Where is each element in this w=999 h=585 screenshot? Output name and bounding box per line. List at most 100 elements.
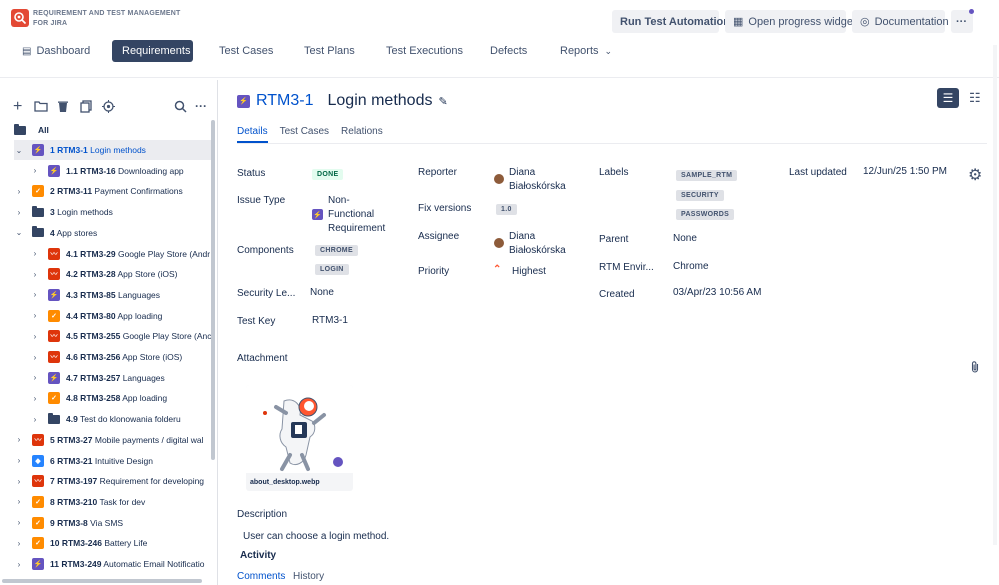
add-icon[interactable]: +: [13, 98, 22, 116]
tree-root-all[interactable]: All: [14, 120, 217, 140]
status-badge[interactable]: DONE: [312, 169, 344, 180]
tree-row[interactable]: › ✓ 4.4 RTM3-80 App loading: [30, 306, 212, 326]
component-badge-login[interactable]: LOGIN: [315, 264, 349, 275]
tab-dashboard[interactable]: ▤ Dashboard: [12, 40, 100, 62]
tree-row[interactable]: › 〰 4.6 RTM3-256 App Store (iOS): [30, 347, 212, 367]
chevron-right-icon[interactable]: ›: [14, 560, 24, 569]
chevron-right-icon[interactable]: ›: [14, 477, 24, 486]
tab-details[interactable]: Details: [237, 126, 268, 143]
tab-test-executions[interactable]: Test Executions: [376, 40, 473, 62]
target-icon[interactable]: [102, 100, 115, 116]
chevron-right-icon[interactable]: ›: [14, 518, 24, 527]
tab-defects[interactable]: Defects: [480, 40, 537, 62]
attachment-card[interactable]: about_desktop.webp: [246, 385, 353, 491]
chevron-right-icon[interactable]: ›: [14, 435, 24, 444]
tab-requirements[interactable]: Requirements: [112, 40, 193, 62]
fix-version-badge[interactable]: 1.0: [496, 204, 517, 215]
tree-row[interactable]: › 4.9 Test do klonowania folderu: [30, 409, 212, 429]
tree-row[interactable]: › ◆ 6 RTM3-21 Intuitive Design: [14, 451, 212, 471]
chevron-down-icon[interactable]: ⌄: [14, 146, 24, 155]
tree-row-title: Intuitive Design: [92, 455, 153, 466]
search-icon[interactable]: [174, 100, 187, 116]
tab-history[interactable]: History: [293, 571, 324, 582]
page-scrollbar[interactable]: [993, 45, 997, 545]
tree-row[interactable]: › ✓ 8 RTM3-210 Task for dev: [14, 492, 212, 512]
requirements-tree-panel: + ··· All ⌄ ⚡ 1 RTM3-1 Login methods › ⚡ 1.1 …: [0, 80, 218, 585]
tree-row-title: Downloading app: [115, 165, 184, 176]
open-progress-widget-button[interactable]: ▦ Open progress widget: [725, 10, 856, 33]
description-text[interactable]: User can choose a login method.: [243, 531, 389, 542]
chevron-right-icon[interactable]: ›: [14, 497, 24, 506]
reporter-name-line1[interactable]: Diana: [509, 166, 535, 180]
tree-horizontal-scrollbar[interactable]: [2, 579, 202, 583]
tree-row[interactable]: › ⚡ 4.3 RTM3-85 Languages: [30, 285, 212, 305]
chevron-right-icon[interactable]: ›: [30, 394, 40, 403]
description-label: Description: [237, 509, 288, 520]
tree-row[interactable]: › ⚡ 11 RTM3-249 Automatic Email Notificati…: [14, 554, 212, 574]
folder-icon: [48, 412, 60, 424]
tree-row[interactable]: › 〰 5 RTM3-27 Mobile payments / digital wa…: [14, 430, 212, 450]
label-badge-passwords[interactable]: PASSWORDS: [676, 209, 735, 220]
requirement-icon: 〰: [32, 433, 44, 446]
run-test-automation-button[interactable]: Run Test Automation: [612, 10, 730, 33]
issue-key[interactable]: RTM3-1: [256, 92, 314, 110]
copy-icon[interactable]: [80, 100, 92, 116]
tree-row-label: 4.8 RTM3-258 App loading: [66, 393, 167, 403]
tree-row-label: 3 Login methods: [50, 207, 113, 217]
chevron-right-icon[interactable]: ›: [30, 290, 40, 299]
chevron-right-icon[interactable]: ›: [30, 166, 40, 175]
more-options-icon[interactable]: ···: [195, 99, 207, 113]
tree-scrollbar[interactable]: [211, 120, 215, 460]
documentation-button[interactable]: ◎ Documentation: [852, 10, 949, 33]
gear-icon[interactable]: ⚙: [968, 165, 982, 185]
assignee-name-line1[interactable]: Diana: [509, 230, 535, 244]
tab-relations[interactable]: Relations: [341, 126, 383, 143]
tree-row[interactable]: › 〰 7 RTM3-197 Requirement for developing: [14, 471, 212, 491]
delete-icon[interactable]: [57, 100, 69, 116]
tree-row[interactable]: ⌄ ⚡ 1 RTM3-1 Login methods: [14, 140, 212, 160]
chevron-right-icon[interactable]: ›: [30, 311, 40, 320]
chevron-right-icon[interactable]: ›: [30, 373, 40, 382]
chevron-right-icon[interactable]: ›: [14, 187, 24, 196]
label-badge-security[interactable]: SECURITY: [676, 190, 724, 201]
tree-view-button[interactable]: ☷: [969, 90, 981, 106]
tree-row[interactable]: › ✓ 4.8 RTM3-258 App loading: [30, 388, 212, 408]
chevron-right-icon[interactable]: ›: [14, 539, 24, 548]
tab-test-cases[interactable]: Test Cases: [209, 40, 283, 62]
reporter-label: Reporter: [418, 167, 457, 178]
chevron-right-icon[interactable]: ›: [30, 415, 40, 424]
tree-row[interactable]: › ✓ 2 RTM3-11 Payment Confirmations: [14, 181, 212, 201]
tree-row[interactable]: › ⚡ 4.7 RTM3-257 Languages: [30, 368, 212, 388]
tree-row[interactable]: › 〰 4.5 RTM3-255 Google Play Store (Anc: [30, 326, 212, 346]
chevron-right-icon[interactable]: ›: [14, 456, 24, 465]
tab-test-plans[interactable]: Test Plans: [294, 40, 365, 62]
assignee-label: Assignee: [418, 231, 460, 242]
tab-comments[interactable]: Comments: [237, 571, 285, 582]
reporter-name-line2[interactable]: Białoskórska: [509, 180, 566, 194]
tree-row[interactable]: › ✓ 9 RTM3-8 Via SMS: [14, 513, 212, 533]
tree-row[interactable]: ⌄ 4 App stores: [14, 223, 212, 243]
tree-row[interactable]: › ⚡ 1.1 RTM3-16 Downloading app: [30, 161, 212, 181]
assignee-name-line2[interactable]: Białoskórska: [509, 244, 566, 258]
tree-row[interactable]: › 〰 4.1 RTM3-29 Google Play Store (Andr: [30, 244, 212, 264]
tab-reports[interactable]: Reports ⌄: [550, 40, 622, 62]
chevron-down-icon[interactable]: ⌄: [14, 228, 24, 237]
new-folder-icon[interactable]: [34, 100, 48, 115]
chevron-right-icon[interactable]: ›: [30, 353, 40, 362]
tree-row[interactable]: › 3 Login methods: [14, 202, 212, 222]
app-logo[interactable]: [11, 9, 29, 27]
chevron-right-icon[interactable]: ›: [30, 249, 40, 258]
edit-pencil-icon[interactable]: ✎: [438, 95, 447, 108]
paperclip-icon[interactable]: [971, 361, 980, 376]
tab-test-cases-sub[interactable]: Test Cases: [280, 126, 329, 143]
list-view-button[interactable]: ☰: [937, 88, 959, 108]
component-badge-chrome[interactable]: CHROME: [315, 245, 358, 256]
chevron-right-icon[interactable]: ›: [14, 208, 24, 217]
chevron-right-icon[interactable]: ›: [30, 332, 40, 341]
story-icon: ⚡: [32, 144, 44, 156]
tree-row[interactable]: › 〰 4.2 RTM3-28 App Store (iOS): [30, 264, 212, 284]
tree-row[interactable]: › ✓ 10 RTM3-246 Battery Life: [14, 533, 212, 553]
label-badge-sample-rtm[interactable]: SAMPLE_RTM: [676, 170, 738, 181]
chevron-right-icon[interactable]: ›: [30, 270, 40, 279]
tab-test-cases-label: Test Cases: [219, 45, 274, 57]
